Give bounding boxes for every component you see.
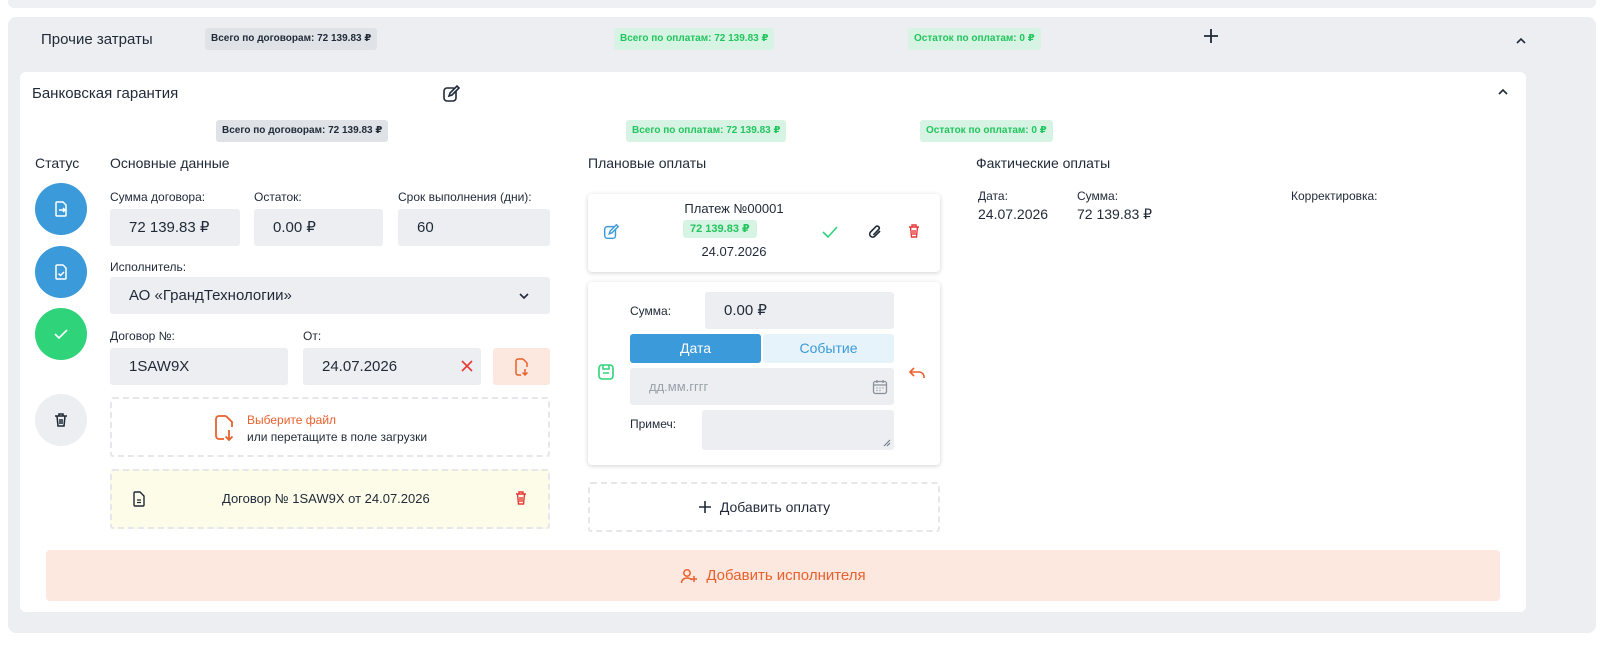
actual-sum-label: Сумма: [1077, 189, 1119, 203]
status-send-button[interactable] [35, 183, 87, 235]
attached-file-row: Договор № 1SAW9X от 24.07.2026 [110, 469, 550, 529]
upload-subtitle: или перетащите в поле загрузки [247, 430, 428, 444]
file-arrow-icon [55, 201, 67, 217]
delete-executor-button[interactable] [35, 394, 87, 446]
from-date-value: 24.07.2026 [322, 358, 398, 375]
payment-sum-field[interactable]: 0.00 ₽ [705, 292, 894, 329]
edit-title-icon[interactable] [441, 84, 461, 104]
actual-date-label: Дата: [978, 189, 1008, 203]
attach-paperclip-icon[interactable] [867, 223, 883, 241]
remainder-field[interactable]: 0.00 ₽ [254, 209, 383, 246]
payment-title: Платеж №00001 [684, 201, 784, 216]
trash-icon [55, 413, 67, 427]
add-executor-label: Добавить исполнителя [706, 567, 866, 584]
remaining-payments-badge: Остаток по оплатам: 0 ₽ [908, 28, 1041, 50]
total-payments-badge: Всего по оплатам: 72 139.83 ₽ [614, 28, 775, 50]
sum-label: Сумма: [630, 304, 672, 318]
total-contracts-badge: Всего по договорам: 72 139.83 ₽ [205, 28, 378, 50]
executor-label: Исполнитель: [110, 260, 187, 274]
confirm-payment-check-icon[interactable] [821, 224, 839, 240]
tab-event[interactable]: Событие [763, 334, 894, 363]
contract-sum-label: Сумма договора: [110, 190, 206, 204]
check-icon [54, 329, 68, 340]
card-total-contracts-badge: Всего по договорам: 72 139.83 ₽ [216, 120, 389, 142]
card-total-payments-badge: Всего по оплатам: 72 139.83 ₽ [626, 120, 787, 142]
note-textarea[interactable] [702, 410, 894, 450]
contract-sum-field[interactable]: 72 139.83 ₽ [110, 209, 240, 246]
file-check-icon [55, 264, 67, 280]
actual-payments-label: Фактические оплаты [976, 155, 1111, 171]
upload-contract-button[interactable] [493, 348, 550, 385]
contract-no-label: Договор №: [110, 329, 175, 343]
note-label: Примеч: [630, 417, 677, 431]
delete-file-trash-icon[interactable] [514, 490, 528, 506]
actual-sum: 72 139.83 ₽ [1077, 206, 1153, 222]
add-payment-label: Добавить оплату [719, 499, 831, 515]
correction-label: Корректировка: [1291, 189, 1378, 203]
payment-card: Платеж №00001 72 139.83 ₽ 24.07.2026 [588, 194, 940, 272]
upload-file-icon [212, 414, 238, 442]
document-icon [132, 491, 146, 507]
collapse-section-chevron-up-icon[interactable] [1514, 34, 1528, 48]
undo-arrow-icon[interactable] [908, 365, 926, 381]
planned-payments-label: Плановые оплаты [588, 155, 707, 171]
card-title: Банковская гарантия [32, 85, 179, 102]
file-download-icon [514, 357, 528, 376]
user-plus-icon [681, 568, 698, 583]
resize-handle-icon [883, 439, 891, 447]
executor-value: АО «ГрандТехнологии» [129, 287, 292, 304]
clear-date-icon[interactable] [461, 360, 473, 372]
add-payment-button[interactable]: Добавить оплату [588, 482, 940, 532]
delete-payment-trash-icon[interactable] [907, 223, 921, 239]
payment-edit-form: Сумма: 0.00 ₽ Дата Событие дд.мм.гггг Пр… [588, 282, 940, 465]
attached-file-name[interactable]: Договор № 1SAW9X от 24.07.2026 [222, 491, 430, 506]
remainder-label: Остаток: [254, 190, 302, 204]
payment-date: 24.07.2026 [701, 244, 767, 259]
bank-guarantee-card: Банковская гарантия Всего по договорам: … [20, 72, 1526, 612]
main-data-label: Основные данные [110, 155, 230, 171]
term-field[interactable]: 60 [398, 209, 550, 246]
upload-title: Выберите файл [247, 413, 337, 427]
date-placeholder: дд.мм.гггг [649, 379, 709, 394]
calendar-icon[interactable] [872, 379, 888, 395]
file-dropzone[interactable]: Выберите файл или перетащите в поле загр… [110, 397, 550, 457]
save-payment-icon[interactable] [597, 363, 615, 381]
term-label: Срок выполнения (дни): [398, 190, 532, 204]
collapse-card-chevron-up-icon[interactable] [1496, 85, 1510, 99]
from-date-field[interactable]: 24.07.2026 [303, 348, 481, 385]
executor-select[interactable]: АО «ГрандТехнологии» [110, 277, 550, 314]
actual-date: 24.07.2026 [978, 206, 1049, 222]
plus-icon [698, 501, 711, 513]
other-costs-section: Прочие затраты Всего по договорам: 72 13… [8, 17, 1596, 633]
payment-amount-badge: 72 139.83 ₽ [683, 220, 757, 238]
section-title: Прочие затраты [41, 31, 153, 48]
status-label: Статус [35, 155, 80, 171]
date-input[interactable]: дд.мм.гггг [630, 368, 894, 405]
card-remaining-payments-badge: Остаток по оплатам: 0 ₽ [920, 120, 1053, 142]
add-plus-icon[interactable] [1202, 27, 1220, 45]
status-approved-button[interactable] [35, 308, 87, 360]
tab-date[interactable]: Дата [630, 334, 761, 363]
contract-no-field[interactable]: 1SAW9X [110, 348, 288, 385]
previous-section-edge [8, 0, 1596, 8]
from-label: От: [303, 329, 322, 343]
chevron-down-icon [518, 290, 530, 302]
edit-payment-icon[interactable] [602, 223, 620, 241]
status-document-button[interactable] [35, 246, 87, 298]
add-executor-button[interactable]: Добавить исполнителя [46, 550, 1500, 601]
